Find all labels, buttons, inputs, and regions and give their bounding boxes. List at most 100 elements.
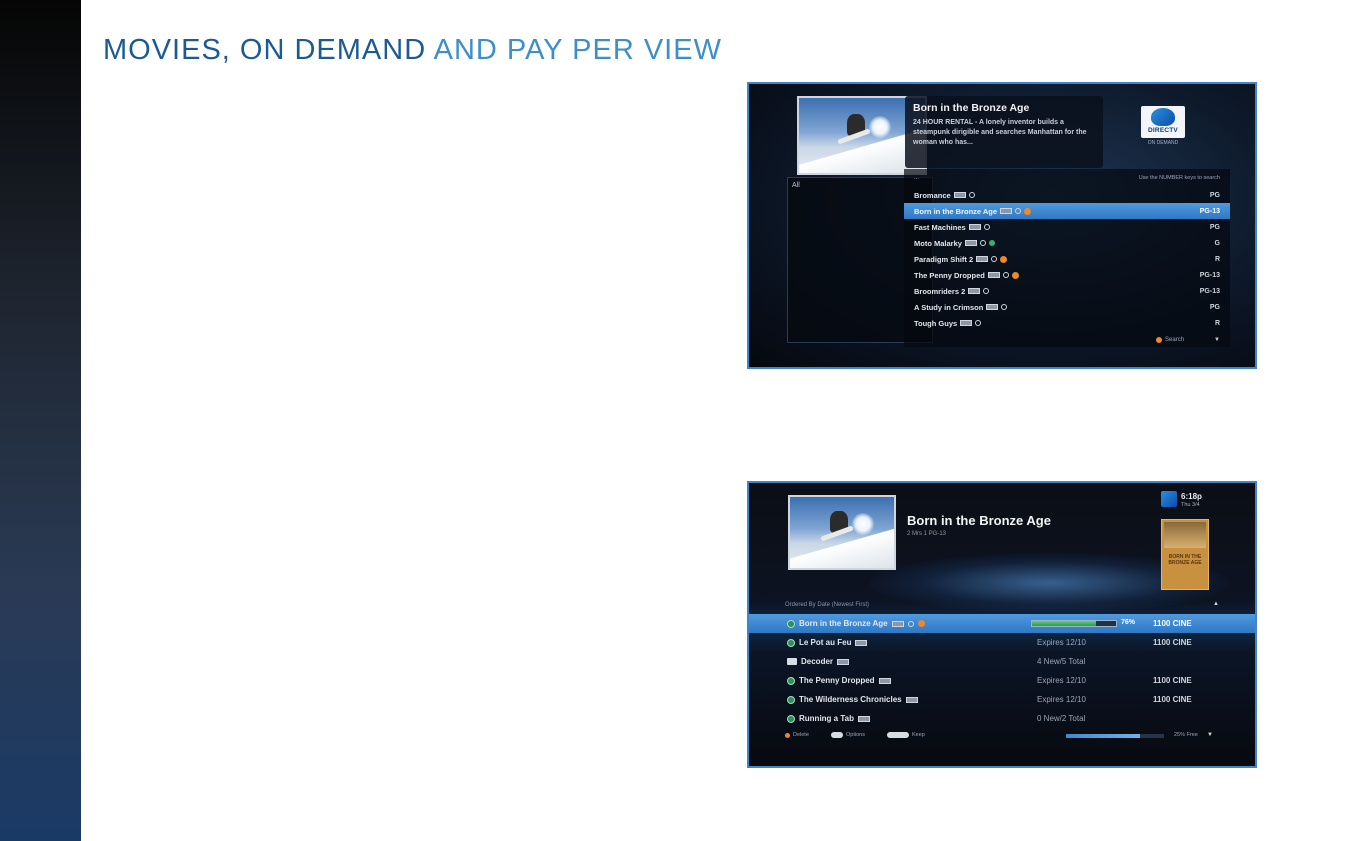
scroll-up-icon[interactable]: ▲ xyxy=(1213,601,1219,607)
movie-name: Moto Malarky xyxy=(914,239,995,248)
hd-icon xyxy=(968,288,981,294)
playlist-item[interactable]: The Wilderness Chronicles Expires 12/10 11… xyxy=(749,690,1255,709)
movie-list-item[interactable]: Fast Machines PG xyxy=(904,219,1230,235)
playlist-item[interactable]: Running a Tab 0 New/2 Total xyxy=(749,709,1255,728)
playlist-item-name: The Penny Dropped xyxy=(787,676,891,685)
movie-rating: PG-13 xyxy=(1199,287,1220,295)
recording-icon xyxy=(787,695,795,704)
list-dots: ... xyxy=(914,175,920,181)
circle-icon xyxy=(1002,272,1009,278)
playlist-item[interactable]: Born in the Bronze Age 76% 1100 CINE xyxy=(749,614,1255,633)
page-title-part1: MOVIES, ON DEMAND xyxy=(103,34,434,66)
movie-rating: PG xyxy=(1209,303,1220,311)
clock-time: 6:18p xyxy=(1181,492,1202,501)
directv-small-icon xyxy=(1161,491,1177,507)
movie-name: Bromance xyxy=(914,191,975,200)
playlist-item-title: Born in the Bronze Age xyxy=(799,619,888,628)
movie-list-item[interactable]: Moto Malarky G xyxy=(904,235,1230,251)
playlist-item[interactable]: Le Pot au Feu Expires 12/10 1100 CINE xyxy=(749,633,1255,652)
directv-logo: DIRECTV ON DEMAND xyxy=(1139,106,1187,146)
playlist-item-status: 4 New/5 Total xyxy=(1037,657,1086,666)
playlist-item-status: 0 New/2 Total xyxy=(1037,714,1086,723)
movie-list-item[interactable]: A Study in Crimson PG xyxy=(904,299,1230,315)
movie-name: Tough Guys xyxy=(914,319,982,328)
playlist-footer: Delete Options Keep 25% Free ▼ xyxy=(749,729,1255,743)
recording-icon xyxy=(787,676,795,685)
hd-icon xyxy=(878,677,891,684)
info-button-icon xyxy=(831,732,843,738)
record-icon xyxy=(1000,255,1008,263)
options-button[interactable]: Options xyxy=(831,732,865,738)
movie-name: A Study in Crimson xyxy=(914,302,1008,312)
poster-text: BORN IN THE BRONZE AGE xyxy=(1168,554,1202,566)
movie-name-text: Born in the Bronze Age xyxy=(914,206,998,216)
brand-sub-text: ON DEMAND xyxy=(1147,140,1179,146)
circle-icon xyxy=(979,240,986,246)
movie-rating: G xyxy=(1214,239,1220,247)
hd-icon xyxy=(953,192,966,198)
playlist-item-status: Expires 12/10 xyxy=(1037,676,1086,685)
movie-list-item[interactable]: Tough Guys R xyxy=(904,315,1230,331)
playlist-item[interactable]: The Penny Dropped Expires 12/10 1100 CINE xyxy=(749,671,1255,690)
playlist-screenshot: Born in the Bronze Age 2 Mrs 1 PG-13 6:1… xyxy=(747,481,1257,768)
movie-list-footer: Search ▼ xyxy=(904,333,1230,347)
movie-list-item[interactable]: The Penny Dropped PG-13 xyxy=(904,267,1230,283)
hd-icon xyxy=(1000,208,1013,214)
playlist-item-title: The Penny Dropped xyxy=(799,676,875,685)
movie-name-text: A Study in Crimson xyxy=(914,302,984,312)
playlist-item-channel: 1100 CINE xyxy=(1153,619,1192,628)
playlist-item-title: The Wilderness Chronicles xyxy=(799,695,902,704)
sort-order-label: Ordered By Date (Newest First) xyxy=(785,602,870,608)
disk-space-label: 25% Free xyxy=(1174,732,1198,738)
movie-name-text: Broomriders 2 xyxy=(914,286,966,296)
circle-icon xyxy=(991,256,998,262)
record-icon xyxy=(917,620,925,627)
watch-progress-label: 76% xyxy=(1121,619,1136,626)
movie-name: Paradigm Shift 2 xyxy=(914,254,1008,264)
keep-button[interactable]: Keep xyxy=(887,732,925,738)
scroll-down-icon[interactable]: ▼ xyxy=(1207,732,1213,738)
hd-icon xyxy=(857,715,870,722)
hd-icon xyxy=(960,320,973,326)
movie-rating: PG xyxy=(1209,191,1220,199)
movie-name: Born in the Bronze Age xyxy=(914,206,1032,216)
green-dot-icon xyxy=(988,240,995,246)
playlist-item-status: Expires 12/10 xyxy=(1037,695,1086,704)
circle-icon xyxy=(975,320,982,326)
playlist-item-channel: 1100 CINE xyxy=(1153,676,1192,685)
playlist-item-name: The Wilderness Chronicles xyxy=(787,695,918,704)
hd-icon xyxy=(976,256,989,262)
search-button[interactable]: Search xyxy=(1156,337,1184,343)
movie-list-item[interactable]: Born in the Bronze Age PG-13 xyxy=(904,203,1230,219)
movie-list-item[interactable]: Paradigm Shift 2 R xyxy=(904,251,1230,267)
playlist-item-channel: 1100 CINE xyxy=(1153,695,1192,704)
circle-icon xyxy=(983,288,990,294)
playlist-item[interactable]: Decoder 4 New/5 Total xyxy=(749,652,1255,671)
playlist-item-title: Le Pot au Feu xyxy=(799,638,852,647)
playlist-item-name: Born in the Bronze Age xyxy=(787,619,925,628)
page-title: MOVIES, ON DEMAND AND PAY PER VIEW xyxy=(103,34,722,67)
playlist-list: Born in the Bronze Age 76% 1100 CINE Le Pot… xyxy=(749,614,1255,728)
playlist-item-title: Running a Tab xyxy=(799,714,854,723)
movie-list-item[interactable]: Bromance PG xyxy=(904,187,1230,203)
delete-button[interactable]: Delete xyxy=(785,732,809,738)
movie-name: Broomriders 2 xyxy=(914,286,990,296)
movie-name-text: Fast Machines xyxy=(914,222,966,232)
playlist-item-name: Le Pot au Feu xyxy=(787,638,868,647)
disk-space-fill xyxy=(1066,734,1140,738)
movie-list-header: ... Use the NUMBER keys to search xyxy=(904,169,1230,187)
recording-icon xyxy=(787,714,795,723)
hd-icon xyxy=(964,240,977,246)
hd-icon xyxy=(987,272,1000,278)
movie-list-item[interactable]: Broomriders 2 PG-13 xyxy=(904,283,1230,299)
movie-rating: PG xyxy=(1209,223,1220,231)
page-title-part2: AND PAY PER VIEW xyxy=(433,34,722,66)
movie-info-panel: Born in the Bronze Age 24 HOUR RENTAL - … xyxy=(905,96,1103,168)
movie-name-text: Paradigm Shift 2 xyxy=(914,254,974,264)
hd-icon xyxy=(968,224,981,230)
scroll-down-icon[interactable]: ▼ xyxy=(1214,337,1220,343)
on-demand-screenshot: All Born in the Bronze Age 24 HOUR RENTA… xyxy=(747,82,1257,369)
movie-name-text: Bromance xyxy=(914,190,951,200)
circle-icon xyxy=(983,224,990,230)
circle-icon xyxy=(1015,208,1022,214)
